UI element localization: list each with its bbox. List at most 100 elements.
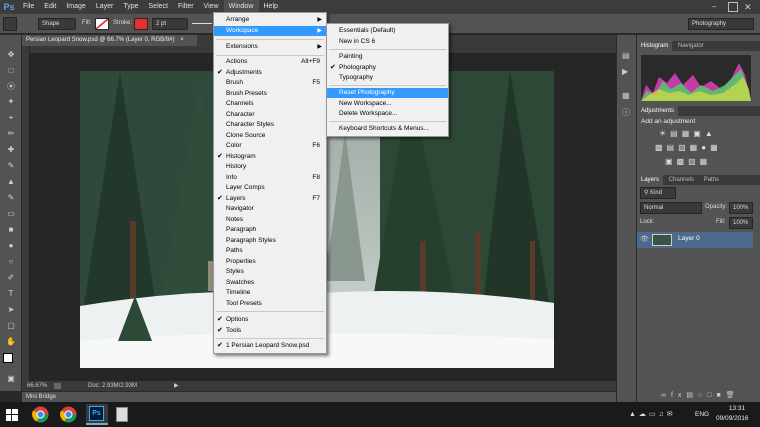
layer-row[interactable]: 👁 Layer 0: [637, 232, 753, 248]
close-icon[interactable]: ✕: [744, 1, 756, 13]
mini-bridge-tab[interactable]: Mini Bridge: [22, 391, 616, 402]
tab-navigator[interactable]: Navigator: [674, 41, 708, 51]
menu-filter[interactable]: Filter: [173, 0, 199, 14]
menu-edit[interactable]: Edit: [39, 0, 61, 14]
submenu-item-painting[interactable]: Painting: [327, 52, 448, 62]
info-panel-icon[interactable]: ⓘ: [622, 107, 632, 117]
adjustment-icons-row-3[interactable]: ▣▩▨▦: [665, 157, 711, 166]
actions-panel-icon[interactable]: ▶: [622, 67, 632, 76]
history-panel-icon[interactable]: ▤: [622, 51, 632, 60]
tool-preset-icon[interactable]: [3, 17, 17, 31]
foreground-color-swatch[interactable]: [3, 353, 13, 363]
submenu-item-typography[interactable]: Typography: [327, 73, 448, 83]
shape-mode-select[interactable]: Shape: [38, 18, 76, 30]
history-brush-tool-icon[interactable]: ✎: [5, 194, 17, 202]
menu-layer[interactable]: Layer: [91, 0, 119, 14]
submenu-item-new-workspace[interactable]: New Workspace...: [327, 99, 448, 109]
menu-item-clone-source[interactable]: Clone Source: [214, 131, 326, 141]
menu-item-paths[interactable]: Paths: [214, 246, 326, 256]
close-tab-icon[interactable]: ×: [180, 37, 184, 43]
menu-item-swatches[interactable]: Swatches: [214, 278, 326, 288]
submenu-item-new-in-cs6[interactable]: New in CS 6: [327, 37, 448, 47]
move-tool-icon[interactable]: ✥: [5, 51, 17, 59]
quick-select-tool-icon[interactable]: ✦: [5, 98, 17, 106]
menu-item-actions[interactable]: Actions Alt+F9: [214, 57, 326, 67]
menu-item-styles[interactable]: Styles: [214, 267, 326, 277]
menu-item-paragraph-styles[interactable]: Paragraph Styles: [214, 236, 326, 246]
minimize-icon[interactable]: –: [712, 2, 722, 12]
menu-item-open-document[interactable]: ✔ 1 Persian Leopard Snow.psd: [214, 341, 326, 351]
menu-item-properties[interactable]: Properties: [214, 257, 326, 267]
quick-mask-icon[interactable]: ▣: [5, 375, 17, 383]
maximize-icon[interactable]: [728, 2, 738, 12]
menu-image[interactable]: Image: [61, 0, 90, 14]
chrome-icon[interactable]: [60, 406, 77, 423]
adjustment-icons-row-1[interactable]: ☀▤▦▣▲: [659, 129, 717, 138]
clock-time[interactable]: 13:31: [722, 405, 752, 412]
menu-item-navigator[interactable]: Navigator: [214, 204, 326, 214]
language-indicator[interactable]: ENG: [695, 411, 709, 418]
photoshop-taskbar-button[interactable]: Ps: [86, 404, 108, 425]
submenu-item-delete-workspace[interactable]: Delete Workspace...: [327, 109, 448, 119]
menu-item-paragraph[interactable]: Paragraph: [214, 225, 326, 235]
menu-item-timeline[interactable]: Timeline: [214, 288, 326, 298]
submenu-item-photography[interactable]: ✔ Photography: [327, 63, 448, 73]
blend-mode-select[interactable]: Normal: [640, 202, 702, 214]
tab-channels[interactable]: Channels: [665, 175, 698, 185]
menu-item-history[interactable]: History: [214, 162, 326, 172]
dodge-tool-icon[interactable]: ○: [5, 258, 17, 266]
submenu-item-essentials[interactable]: Essentials (Default): [327, 26, 448, 36]
eye-icon[interactable]: 👁: [640, 235, 649, 243]
type-tool-icon[interactable]: T: [5, 290, 17, 298]
menu-item-notes[interactable]: Notes: [214, 215, 326, 225]
tab-paths[interactable]: Paths: [700, 175, 723, 185]
fill-input[interactable]: 100%: [729, 217, 753, 229]
menu-item-options[interactable]: ✔ Options: [214, 315, 326, 325]
tab-adjustments[interactable]: Adjustments: [637, 106, 679, 116]
menu-item-brush-presets[interactable]: Brush Presets: [214, 89, 326, 99]
menu-item-layers[interactable]: ✔ Layers F7: [214, 194, 326, 204]
stroke-swatch[interactable]: [134, 18, 148, 30]
opacity-input[interactable]: 100%: [729, 202, 753, 214]
path-select-tool-icon[interactable]: ➤: [5, 306, 17, 314]
brush-tool-icon[interactable]: ✎: [5, 162, 17, 170]
tab-histogram[interactable]: Histogram: [637, 41, 673, 51]
chrome-icon[interactable]: [32, 406, 49, 423]
menu-item-adjustments[interactable]: ✔ Adjustments: [214, 68, 326, 78]
properties-panel-icon[interactable]: ▦: [622, 91, 632, 100]
healing-tool-icon[interactable]: ✚: [5, 146, 17, 154]
submenu-item-reset-photography[interactable]: Reset Photography: [327, 88, 448, 98]
menu-item-info[interactable]: Info F8: [214, 173, 326, 183]
windows-start-icon[interactable]: [6, 409, 18, 421]
stroke-type-icon[interactable]: [192, 23, 212, 24]
crop-tool-icon[interactable]: ⌖: [5, 114, 17, 122]
status-arrow-icon[interactable]: ▶: [174, 381, 179, 391]
clone-stamp-tool-icon[interactable]: ▲: [5, 178, 17, 186]
menu-item-channels[interactable]: Channels: [214, 99, 326, 109]
blur-tool-icon[interactable]: ●: [5, 242, 17, 250]
zoom-level[interactable]: 66.67%: [27, 381, 47, 391]
menu-item-tools[interactable]: ✔ Tools: [214, 326, 326, 336]
menu-item-histogram[interactable]: ✔ Histogram: [214, 152, 326, 162]
menu-item-brush[interactable]: Brush F5: [214, 78, 326, 88]
menu-item-color[interactable]: Color F6: [214, 141, 326, 151]
fill-swatch[interactable]: [95, 18, 109, 30]
menu-item-character-styles[interactable]: Character Styles: [214, 120, 326, 130]
lasso-tool-icon[interactable]: ⦿: [5, 83, 17, 91]
tray-icons[interactable]: ▲☁▭♫✉: [629, 410, 676, 418]
menu-item-layer-comps[interactable]: Layer Comps: [214, 183, 326, 193]
shape-tool-icon[interactable]: ▢: [5, 322, 17, 330]
workspace-select[interactable]: Photography: [688, 18, 754, 30]
menu-select[interactable]: Select: [144, 0, 173, 14]
eraser-tool-icon[interactable]: ▭: [5, 210, 17, 218]
menu-item-extensions[interactable]: Extensions ▶: [214, 42, 326, 52]
stroke-size-input[interactable]: 2 pt: [152, 18, 188, 30]
adjustment-icons-row-2[interactable]: ▩▤▧▦●▦: [655, 143, 722, 152]
menu-type[interactable]: Type: [118, 0, 143, 14]
pen-tool-icon[interactable]: ✐: [5, 274, 17, 282]
marquee-tool-icon[interactable]: □: [5, 67, 17, 75]
menu-file[interactable]: File: [18, 0, 39, 14]
submenu-item-keyboard-shortcuts[interactable]: Keyboard Shortcuts & Menus...: [327, 124, 448, 134]
document-app-icon[interactable]: [116, 407, 128, 422]
menu-item-workspace[interactable]: Workspace ▶: [214, 26, 326, 36]
